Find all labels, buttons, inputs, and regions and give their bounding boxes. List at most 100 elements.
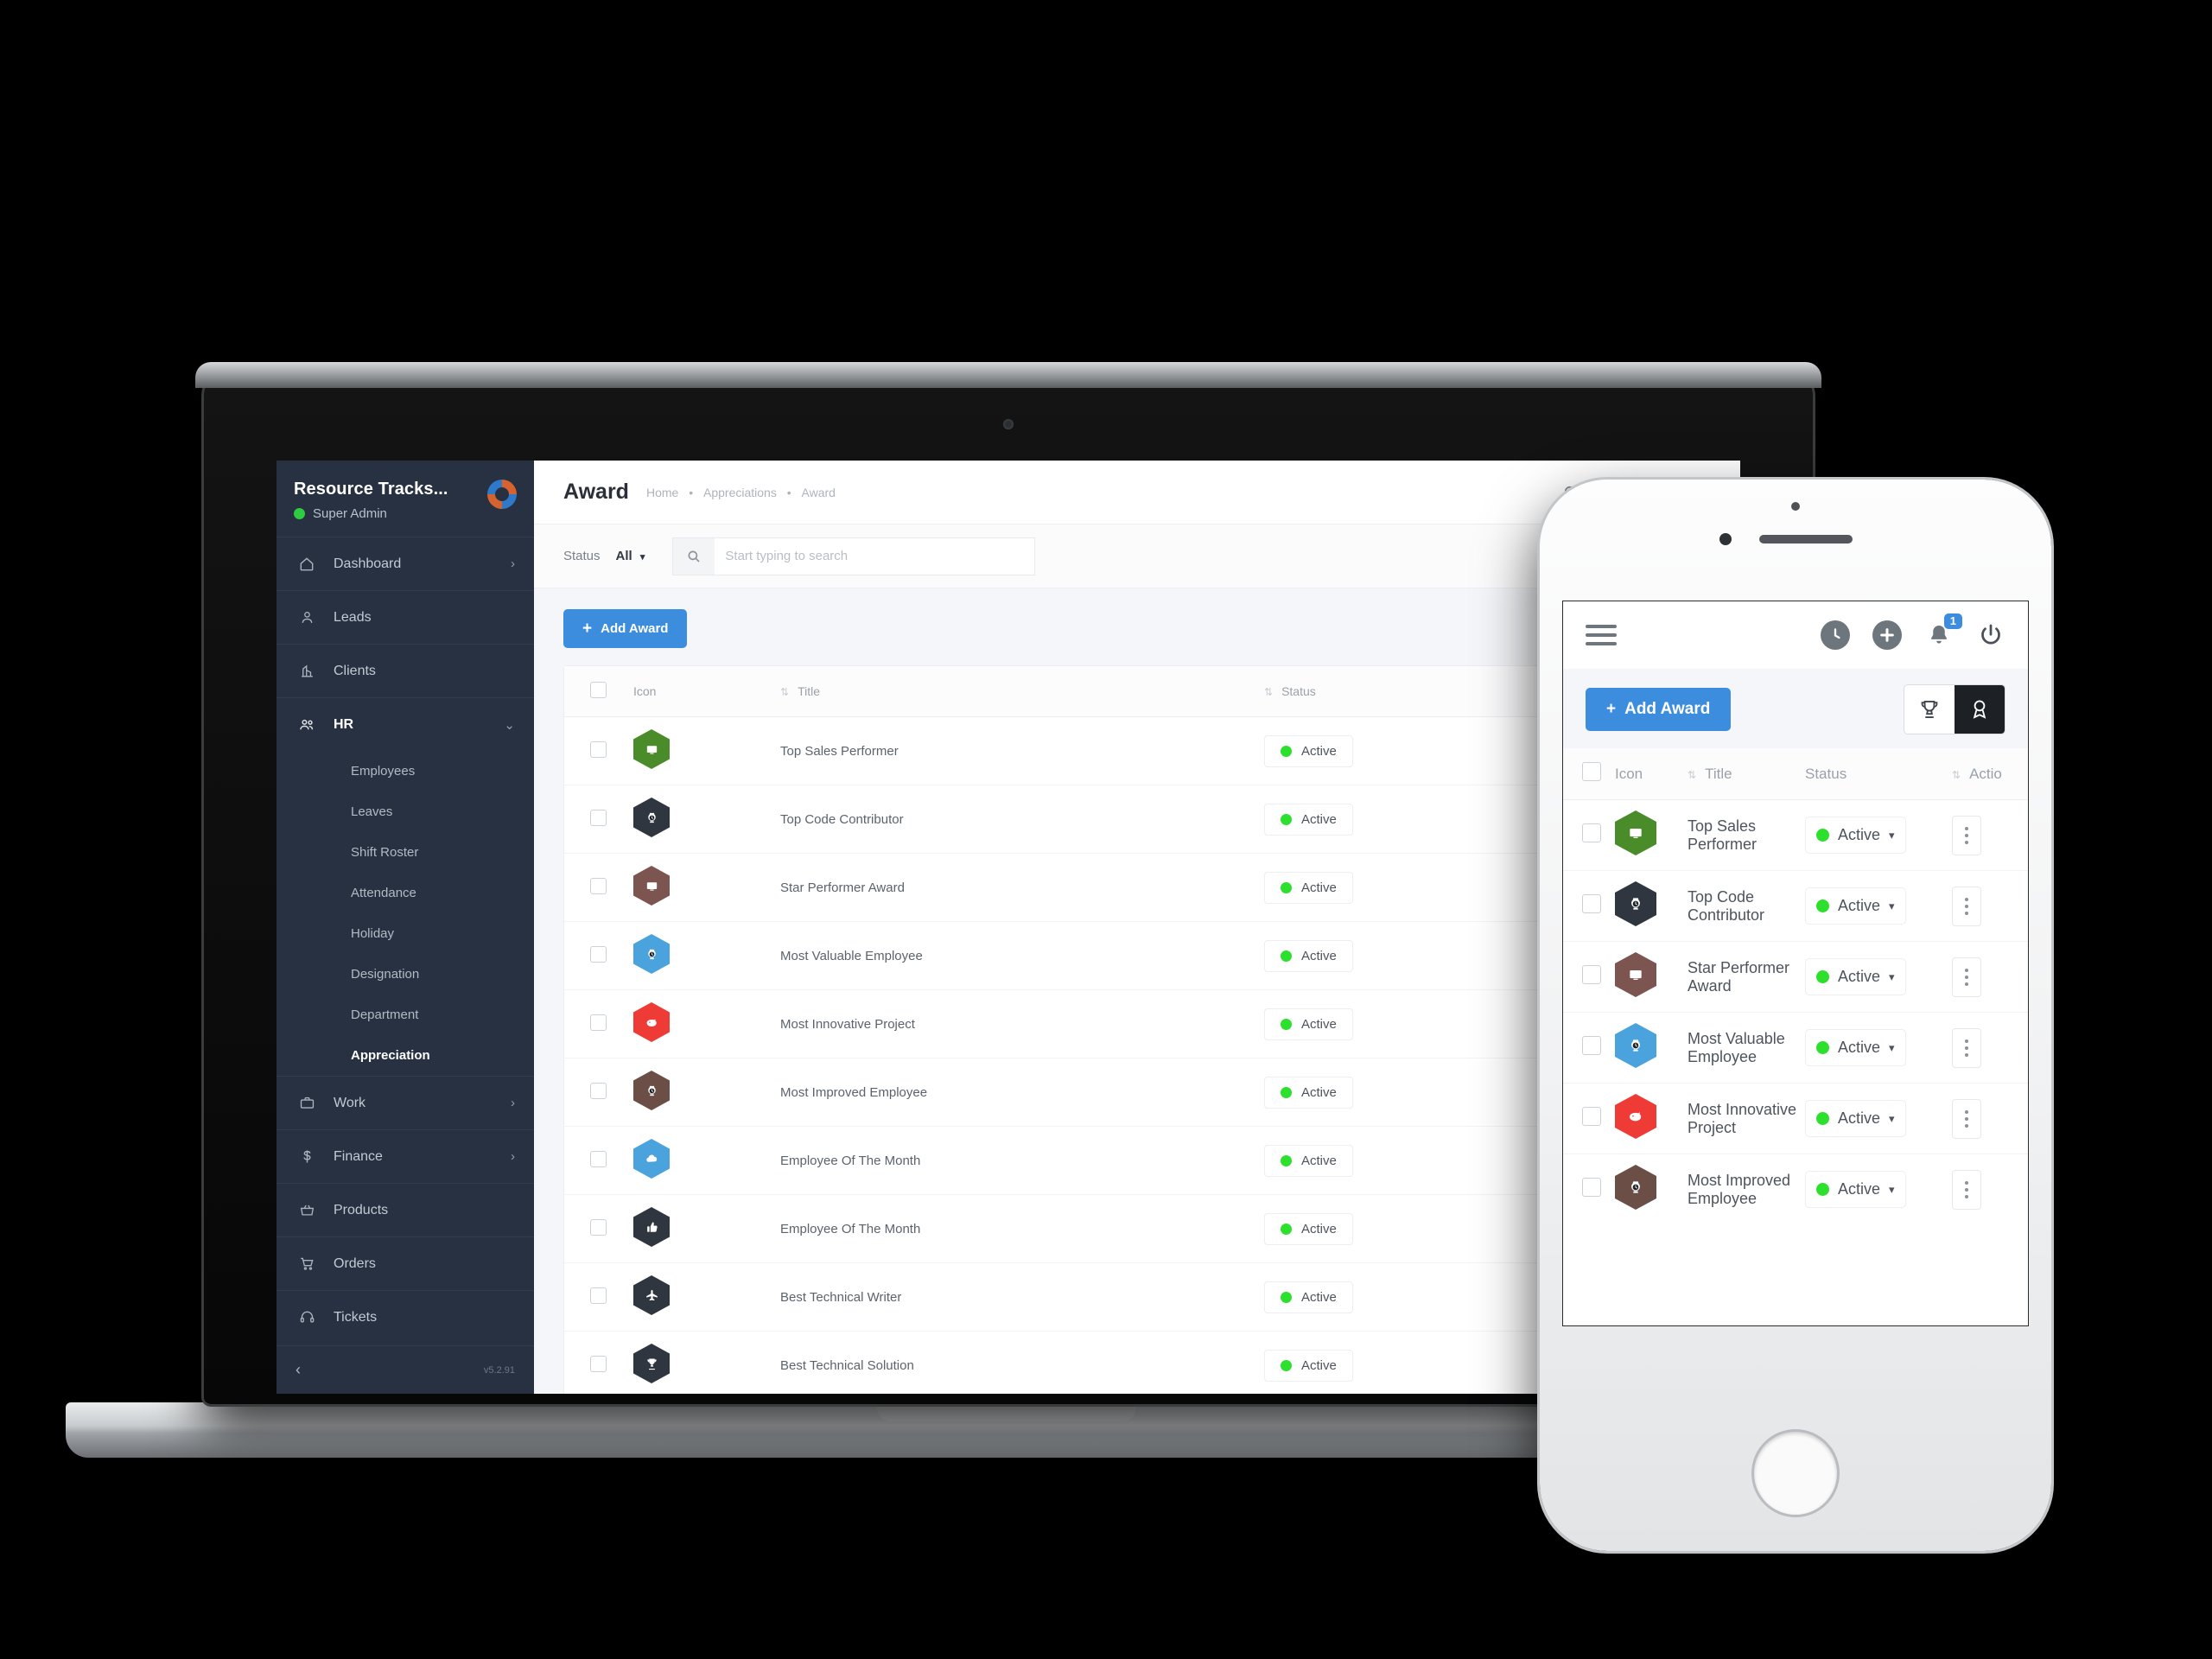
mobile-status-dropdown[interactable]: Active ▾ [1805,1100,1906,1137]
sidebar-subitem-attendance[interactable]: Attendance [276,873,534,913]
mobile-row-checkbox[interactable] [1582,1036,1601,1055]
award-hexagon-icon [633,1002,670,1042]
mobile-status-dropdown[interactable]: Active ▾ [1805,817,1906,854]
status-badge[interactable]: Active [1264,939,1353,972]
sidebar-item-leads[interactable]: Leads [276,590,534,644]
sidebar-subitem-holiday[interactable]: Holiday [276,913,534,954]
column-header-icon[interactable]: Icon [625,666,772,717]
table-row[interactable]: Best Technical Solution Active [564,1332,1710,1395]
breadcrumb-home[interactable]: Home [646,486,678,499]
mobile-table-row[interactable]: Most Valuable Employee Active ▾ [1563,1012,2028,1084]
table-row[interactable]: Best Technical Writer Active [564,1262,1710,1332]
row-checkbox[interactable] [590,1287,607,1304]
sidebar-collapse-button[interactable]: ‹ [296,1361,301,1379]
sidebar-item-hr[interactable]: HR ⌄ [276,697,534,751]
row-actions-menu-icon[interactable] [1952,815,1981,855]
row-checkbox[interactable] [590,1082,607,1099]
search-icon[interactable] [673,537,715,575]
row-checkbox[interactable] [590,809,607,826]
mobile-status-dropdown[interactable]: Active ▾ [1805,1029,1906,1066]
row-checkbox[interactable] [590,741,607,758]
row-actions-menu-icon[interactable] [1952,1169,1981,1210]
sidebar-item-tickets[interactable]: Tickets [276,1290,534,1344]
sidebar-item-orders[interactable]: Orders [276,1236,534,1290]
breadcrumb-appreciations[interactable]: Appreciations [703,486,777,499]
award-table-card: Icon ⇅Title ⇅Status Top Sales Performe [563,665,1711,1394]
hamburger-icon[interactable] [1586,625,1617,645]
mobile-status-dropdown[interactable]: Active ▾ [1805,958,1906,995]
row-actions-menu-icon[interactable] [1952,957,1981,997]
status-badge[interactable]: Active [1264,1281,1353,1313]
table-row[interactable]: Most Valuable Employee Active [564,921,1710,990]
sidebar-subitem-designation[interactable]: Designation [276,954,534,995]
table-row[interactable]: Star Performer Award Active [564,853,1710,922]
mobile-row-checkbox[interactable] [1582,1178,1601,1197]
table-row[interactable]: Employee Of The Month Active [564,1194,1710,1263]
status-badge[interactable]: Active [1264,1007,1353,1040]
sidebar-subitem-department[interactable]: Department [276,995,534,1035]
status-badge[interactable]: Active [1264,871,1353,904]
row-checkbox[interactable] [590,1150,607,1167]
row-checkbox[interactable] [590,1014,607,1031]
table-row[interactable]: Top Code Contributor Active [564,785,1710,854]
table-row[interactable]: Top Sales Performer Active [564,716,1710,785]
row-checkbox[interactable] [590,877,607,894]
mobile-table-row[interactable]: Star Performer Award Active ▾ [1563,941,2028,1013]
clock-icon[interactable] [1821,620,1850,650]
sidebar-item-work[interactable]: Work › [276,1076,534,1129]
sidebar-subitem-appreciation[interactable]: Appreciation [276,1035,534,1076]
status-badge[interactable]: Active [1264,1144,1353,1177]
mobile-table-row[interactable]: Top Sales Performer Active ▾ [1563,799,2028,871]
column-header-title[interactable]: ⇅ Title [772,666,1255,717]
mobile-column-header-status[interactable]: Status [1802,748,1948,800]
mobile-row-checkbox[interactable] [1582,894,1601,913]
status-badge[interactable]: Active [1264,734,1353,767]
row-checkbox[interactable] [590,1218,607,1236]
status-badge[interactable]: Active [1264,1212,1353,1245]
row-actions-menu-icon[interactable] [1952,1027,1981,1068]
sidebar-item-dashboard[interactable]: Dashboard › [276,537,534,590]
status-badge[interactable]: Active [1264,803,1353,836]
sidebar-brand[interactable]: Resource Tracks... Super Admin [276,461,534,537]
power-icon[interactable] [1976,620,2005,650]
row-actions-menu-icon[interactable] [1952,886,1981,926]
column-header-title-label: Title [798,684,820,698]
table-row[interactable]: Most Innovative Project Active [564,989,1710,1058]
mobile-column-header-icon[interactable]: Icon [1611,748,1684,800]
mobile-select-all-checkbox[interactable] [1582,762,1601,781]
row-checkbox[interactable] [590,1355,607,1372]
mobile-table-row[interactable]: Top Code Contributor Active ▾ [1563,870,2028,942]
row-checkbox[interactable] [590,945,607,963]
sidebar-subitem-leaves[interactable]: Leaves [276,791,534,832]
mobile-row-checkbox[interactable] [1582,965,1601,984]
status-badge[interactable]: Active [1264,1076,1353,1109]
search-input[interactable] [715,549,1035,563]
mobile-status-dropdown[interactable]: Active ▾ [1805,887,1906,925]
sidebar-item-clients[interactable]: Clients [276,644,534,697]
mobile-status-dropdown[interactable]: Active ▾ [1805,1171,1906,1208]
mobile-row-checkbox[interactable] [1582,823,1601,842]
table-row[interactable]: Employee Of The Month Active [564,1126,1710,1195]
mobile-add-award-button[interactable]: + Add Award [1586,688,1732,731]
phone-home-button[interactable] [1754,1432,1837,1515]
mobile-table-row[interactable]: Most Innovative Project Active ▾ [1563,1083,2028,1154]
sidebar-subitem-shift-roster[interactable]: Shift Roster [276,832,534,873]
mobile-row-checkbox[interactable] [1582,1107,1601,1126]
status-filter-select[interactable]: All ▾ [616,549,645,563]
table-row[interactable]: Most Improved Employee Active [564,1058,1710,1127]
plus-circle-icon[interactable] [1872,620,1902,650]
mobile-table-row[interactable]: Most Improved Employee Active ▾ [1563,1154,2028,1225]
status-badge[interactable]: Active [1264,1349,1353,1382]
sidebar-item-products[interactable]: Products [276,1183,534,1236]
trophy-icon[interactable] [1904,685,1955,734]
status-label: Active [1838,1109,1881,1127]
medal-icon[interactable] [1955,685,2005,734]
bell-icon[interactable]: 1 [1924,613,1962,650]
select-all-checkbox[interactable] [590,682,607,698]
mobile-column-header-action[interactable]: ⇅ Actio [1948,748,2028,800]
mobile-column-header-title[interactable]: ⇅ Title [1684,748,1802,800]
sidebar-item-finance[interactable]: Finance › [276,1129,534,1183]
sidebar-subitem-employees[interactable]: Employees [276,751,534,791]
row-actions-menu-icon[interactable] [1952,1098,1981,1139]
add-award-button[interactable]: + Add Award [563,609,688,648]
